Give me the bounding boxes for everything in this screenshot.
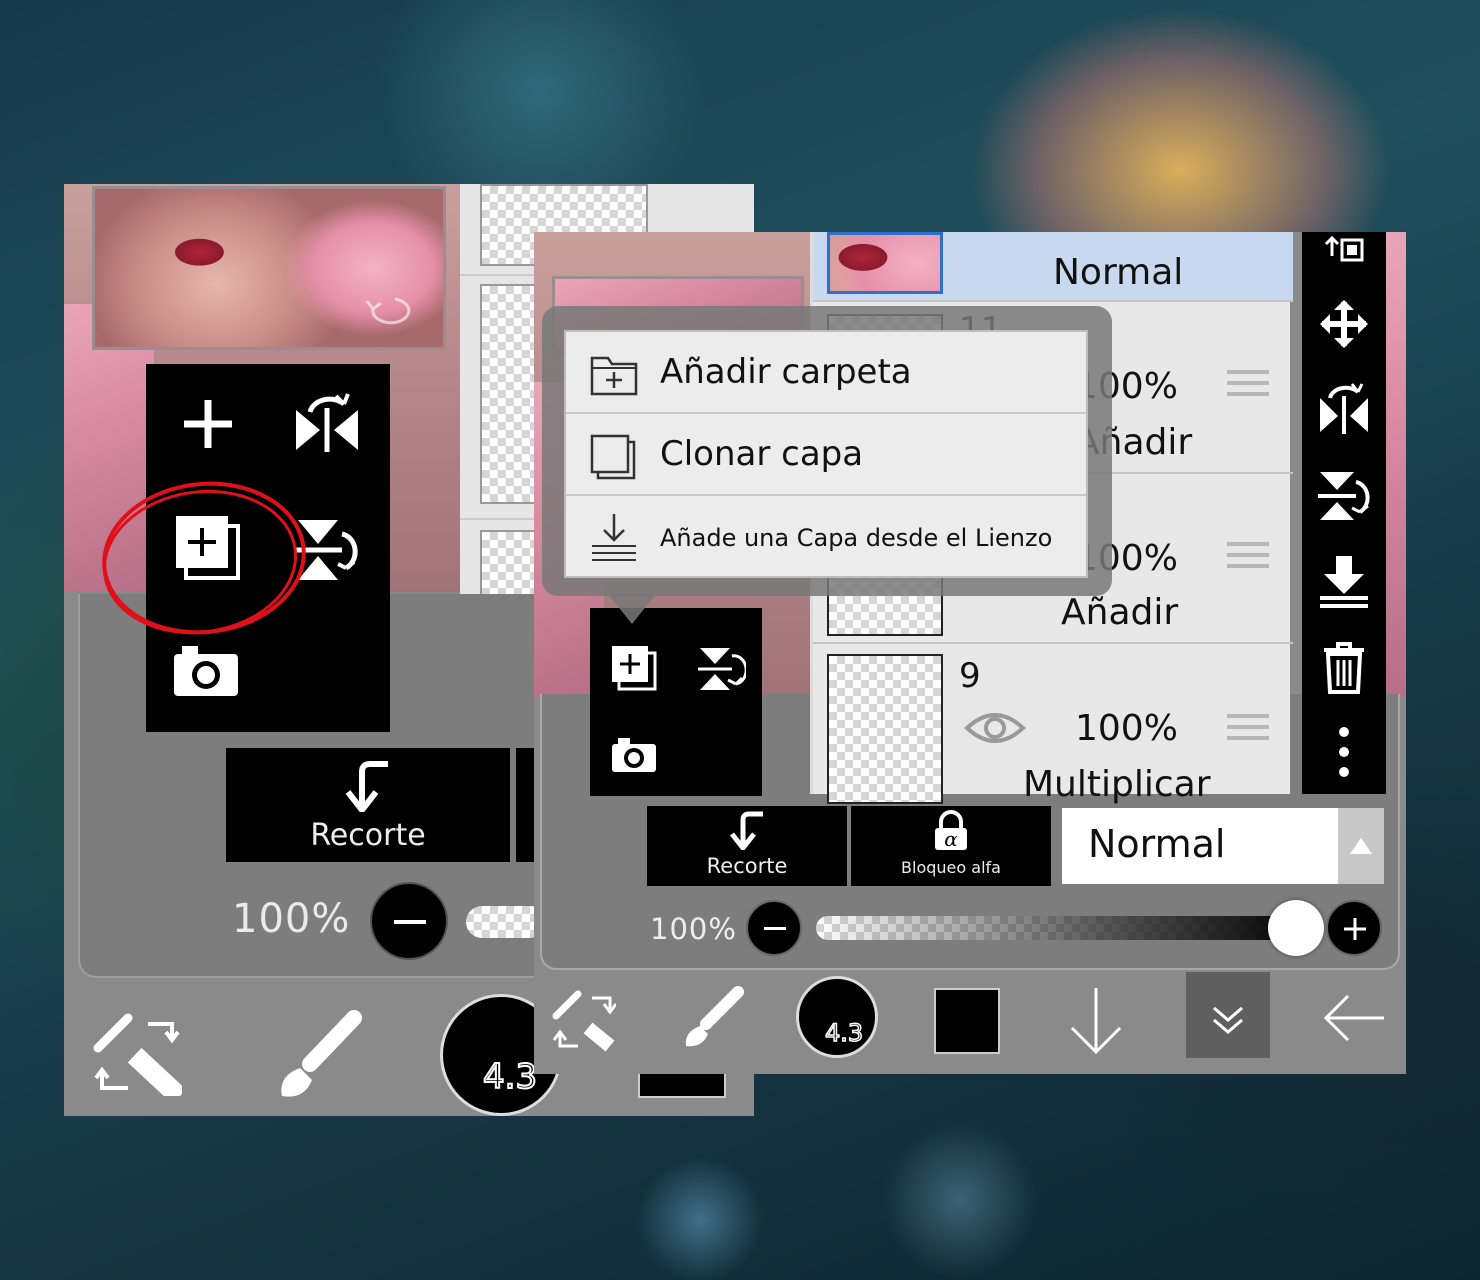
layer-mode: Multiplicar (1023, 764, 1211, 805)
layer-thumbnail (827, 232, 943, 294)
add-layer-popup-menu: Añadir carpeta Clonar capa Añade una Cap… (564, 330, 1088, 578)
left-clipping-button[interactable]: Recorte (226, 748, 510, 862)
clipping-arrow-icon (730, 811, 763, 850)
layer-actions-sidebar (1302, 232, 1386, 794)
recorte-label: Recorte (706, 854, 788, 878)
opacity-slider-fill (816, 916, 1312, 940)
color-swatch[interactable] (934, 988, 1000, 1054)
triangle-up-icon (1350, 838, 1372, 854)
layer-from-canvas-icon (592, 514, 636, 561)
right-opacity-label: 100% (650, 912, 737, 946)
layer-thumbnail (827, 654, 943, 804)
minus-icon (394, 920, 426, 924)
back-arrow-icon[interactable] (1322, 992, 1386, 1044)
menu-item-clone-layer[interactable]: Clonar capa (566, 416, 1086, 496)
flip-horizontal-icon[interactable] (1316, 380, 1372, 436)
brush-size-label: 4.3 (824, 1018, 864, 1048)
left-opacity-label: 100% (232, 896, 351, 942)
layer-row-selected[interactable]: Normal (813, 232, 1293, 302)
clone-layer-icon (590, 434, 636, 480)
delete-layer-icon[interactable] (1322, 640, 1366, 694)
menu-item-label: Añade una Capa desde el Lienzo (660, 524, 1053, 552)
opacity-increase-button[interactable] (1326, 900, 1382, 956)
brush-tool-icon[interactable] (270, 1010, 370, 1102)
layer-opacity: 100% (1075, 708, 1178, 749)
flip-vertical-icon[interactable] (1316, 468, 1372, 524)
blend-mode-select[interactable]: Normal (1062, 808, 1338, 884)
plus-icon (1344, 918, 1366, 940)
recorte-label: Recorte (310, 818, 426, 853)
popup-pointer (608, 594, 656, 624)
move-layer-up-icon[interactable] (1320, 234, 1368, 264)
brush-tool-icon[interactable] (680, 986, 744, 1050)
blend-mode-dropdown-button[interactable] (1338, 808, 1384, 884)
arrow-down-icon[interactable] (1066, 986, 1126, 1056)
blend-mode-value: Normal (1088, 822, 1226, 866)
camera-button[interactable] (590, 708, 676, 796)
alpha-lock-button[interactable]: α Bloqueo alfa (851, 806, 1051, 886)
drag-handle-icon[interactable] (1227, 714, 1269, 747)
right-clipping-button[interactable]: Recorte (647, 806, 847, 886)
layer-mode: Normal (1053, 252, 1184, 293)
opacity-slider-handle[interactable] (1268, 900, 1324, 956)
layer-number: 9 (959, 656, 981, 696)
visibility-eye-icon[interactable] (963, 708, 1027, 748)
drag-handle-icon[interactable] (1227, 542, 1269, 575)
menu-item-add-folder[interactable]: Añadir carpeta (566, 332, 1086, 414)
svg-text:α: α (944, 827, 958, 851)
add-folder-icon (590, 356, 638, 396)
flip-vertical-icon[interactable] (696, 644, 746, 694)
move-icon[interactable] (1318, 298, 1370, 350)
menu-item-label: Añadir carpeta (660, 352, 912, 392)
double-chevron-down-icon (1213, 1006, 1243, 1034)
undo-ghost-icon (365, 297, 411, 325)
add-layer-from-canvas-icon[interactable] (610, 644, 658, 692)
clipping-arrow-icon (345, 761, 388, 812)
drag-handle-icon[interactable] (1227, 370, 1269, 403)
layer-mode: Añadir (1061, 592, 1179, 633)
layer-row[interactable]: 9 100% Multiplicar (813, 646, 1293, 805)
left-opacity-decrease-button[interactable] (370, 882, 448, 960)
menu-item-layer-from-canvas[interactable]: Añade una Capa desde el Lienzo (566, 498, 1086, 578)
brush-size-label: 4.3 (482, 1056, 538, 1098)
bloqueo-label: Bloqueo alfa (901, 858, 1001, 877)
swap-tools-icon[interactable] (92, 1012, 182, 1096)
add-layer-icon[interactable] (180, 396, 236, 452)
layers-panel-button[interactable] (1186, 972, 1270, 1058)
reference-thumbnail (92, 186, 446, 350)
right-bottom-toolbar: 4.3 (534, 970, 1406, 1074)
menu-item-label: Clonar capa (660, 434, 864, 474)
swap-tools-icon[interactable] (552, 990, 616, 1052)
minus-icon (764, 927, 786, 930)
red-highlight-circle (102, 481, 306, 635)
flip-horizontal-icon[interactable] (292, 390, 362, 454)
merge-down-icon[interactable] (1318, 552, 1370, 608)
opacity-decrease-button[interactable] (746, 900, 802, 956)
camera-icon (174, 646, 238, 696)
canvas-edge (1386, 232, 1406, 698)
opacity-slider[interactable] (816, 916, 1312, 940)
brush-size-button[interactable]: 4.3 (796, 976, 878, 1058)
more-options-icon[interactable] (1334, 726, 1354, 778)
lock-icon: α (935, 810, 967, 851)
camera-icon (612, 738, 656, 772)
